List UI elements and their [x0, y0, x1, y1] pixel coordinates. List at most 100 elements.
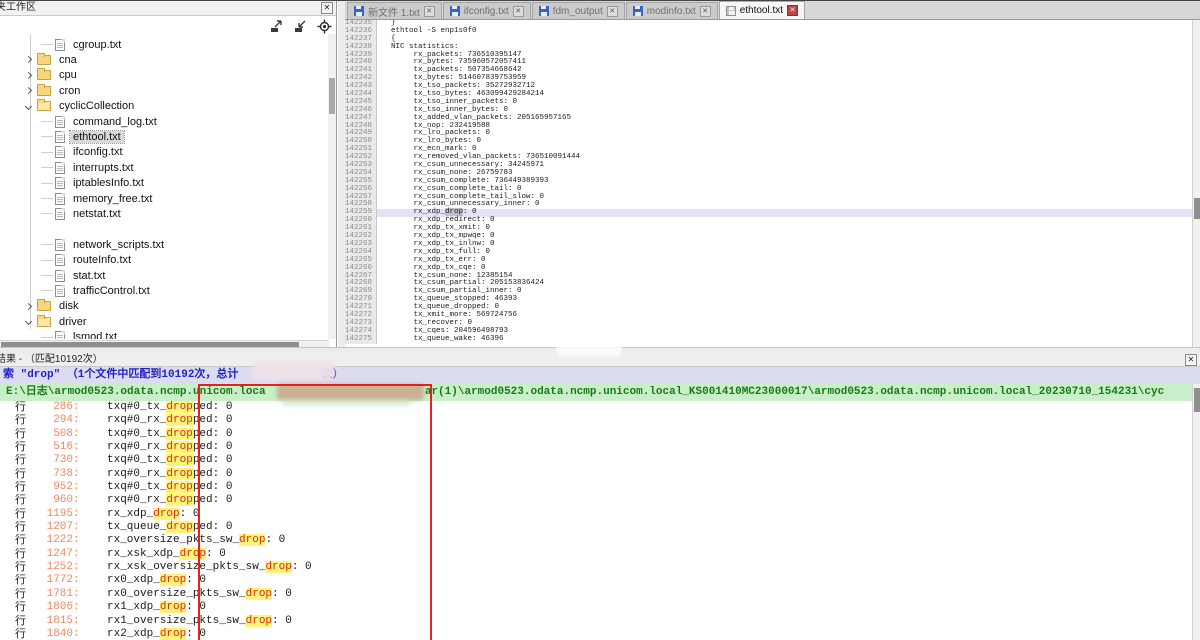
locate-current-file-icon[interactable]	[317, 19, 332, 34]
editor-content[interactable]: 142235}142236ethtool -S enp1s0f0142237{1…	[345, 20, 1192, 347]
editor-line[interactable]: 142272 tx_xmit_more: 569724756	[345, 312, 1192, 320]
tree-file-trafficControl.txt[interactable]: trafficControl.txt	[0, 283, 329, 298]
line-text: rx_xdp_redirect: 0	[391, 216, 495, 224]
file-icon	[55, 270, 65, 282]
line-word: 行	[0, 414, 26, 427]
tab-close-icon[interactable]: ✕	[787, 5, 798, 16]
result-row-line-516[interactable]: 行516:rxq#0_rx_dropped: 0	[0, 441, 1192, 454]
result-file-path[interactable]: E:\日志\armod0523.odata.ncmp.unicom.loca a…	[0, 384, 1200, 401]
tab-fdm_output[interactable]: fdm_output✕	[532, 2, 625, 19]
tree-file-stat.txt[interactable]: stat.txt	[0, 268, 329, 283]
result-row-line-294[interactable]: 行294:rxq#0_rx_dropped: 0	[0, 414, 1192, 427]
result-row-line-1781[interactable]: 行1781:rx0_oversize_pkts_sw_drop: 0	[0, 588, 1192, 601]
tree-folder-cna[interactable]: cna	[0, 52, 329, 67]
result-row-line-960[interactable]: 行960:rxq#0_rx_dropped: 0	[0, 494, 1192, 507]
result-row-line-738[interactable]: 行738:rxq#0_rx_dropped: 0	[0, 468, 1192, 481]
result-text: rx_xsk_oversize_pkts_sw_drop: 0	[107, 561, 312, 574]
workspace-title: 夹工作区	[0, 1, 36, 15]
tree-folder-cpu[interactable]: cpu	[0, 68, 329, 83]
line-text: rx_csum_complete: 736449389393	[391, 177, 549, 185]
editor-vertical-scrollbar[interactable]	[1192, 20, 1200, 347]
tree-folder-disk[interactable]: disk	[0, 299, 329, 314]
tab-modinfo.txt[interactable]: modinfo.txt✕	[626, 2, 718, 19]
results-vertical-scrollbar-thumb[interactable]	[1194, 388, 1200, 412]
line-text: rx_xdp_tx_err: 0	[391, 256, 486, 264]
tree-file-routeInfo.txt[interactable]: routeInfo.txt	[0, 253, 329, 268]
chevron-down-icon[interactable]	[25, 318, 32, 325]
match-highlight: drop	[246, 588, 272, 600]
editor-line[interactable]: 142275 tx_queue_wake: 46396	[345, 336, 1192, 344]
chevron-right-icon[interactable]	[25, 56, 32, 63]
result-row-line-1195[interactable]: 行1195:rx_xdp_drop: 0	[0, 508, 1192, 521]
file-icon	[55, 193, 65, 205]
search-summary-line[interactable]: 索 "drop" （1个文件中匹配到10192次，总计 次）	[0, 367, 1200, 384]
workspace-close-icon[interactable]: ✕	[321, 2, 333, 14]
editor-line[interactable]: 142237{	[345, 36, 1192, 44]
tree-file-cgroup.txt[interactable]: cgroup.txt	[0, 37, 329, 52]
tree-file-memory_free.txt[interactable]: memory_free.txt	[0, 191, 329, 206]
expand-all-icon[interactable]	[269, 19, 284, 34]
tree-connector	[41, 136, 53, 137]
line-text: rx_csum_complete_tail_slow: 0	[391, 193, 544, 201]
chevron-right-icon[interactable]	[25, 87, 32, 94]
tree-vertical-scrollbar-thumb[interactable]	[329, 78, 335, 114]
tree-file-lsmod.txt[interactable]: lsmod.txt	[0, 330, 329, 339]
tree-file-command_log.txt[interactable]: command_log.txt	[0, 114, 329, 129]
result-row-line-1222[interactable]: 行1222:rx_oversize_pkts_sw_drop: 0	[0, 534, 1192, 547]
chevron-right-icon[interactable]	[25, 72, 32, 79]
line-text: rx_xdp_tx_mpwqe: 0	[391, 232, 495, 240]
result-row-line-1815[interactable]: 行1815:rx1_oversize_pkts_sw_drop: 0	[0, 615, 1192, 628]
tree-vertical-scrollbar[interactable]	[328, 34, 336, 339]
tree-file-netstat.txt[interactable]: netstat.txt	[0, 206, 329, 221]
result-row-line-508[interactable]: 行508:txq#0_tx_dropped: 0	[0, 428, 1192, 441]
result-text: rxq#0_rx_dropped: 0	[107, 441, 232, 454]
editor-vertical-scrollbar-thumb[interactable]	[1194, 198, 1200, 219]
tree-connector	[41, 275, 53, 276]
tree-item-label: interrupts.txt	[70, 162, 137, 174]
vertical-splitter[interactable]	[338, 1, 345, 353]
line-text: ethtool -S enp1s0f0	[391, 27, 477, 35]
workspace-tree: cgroup.txtcnacpucroncyclicCollectioncomm…	[0, 34, 329, 339]
result-row-line-1772[interactable]: 行1772:rx0_xdp_drop: 0	[0, 574, 1192, 587]
line-text: tx_csum_partial: 205153836424	[391, 279, 544, 287]
tree-file-network_scripts.txt[interactable]: network_scripts.txt	[0, 237, 329, 252]
tree-file-iptablesInfo.txt[interactable]: iptablesInfo.txt	[0, 176, 329, 191]
tab-ethtool.txt[interactable]: ethtool.txt✕	[719, 0, 805, 19]
editor-line[interactable]: 142236ethtool -S enp1s0f0	[345, 28, 1192, 36]
result-line-number: 960	[26, 494, 73, 507]
result-row-line-286[interactable]: 行286:txq#0_tx_dropped: 0	[0, 401, 1192, 414]
file-icon	[55, 39, 65, 51]
tab-close-icon[interactable]: ✕	[513, 6, 524, 17]
results-vertical-scrollbar[interactable]	[1192, 384, 1200, 640]
tab-ifconfig.txt[interactable]: ifconfig.txt✕	[443, 2, 531, 19]
chevron-right-icon[interactable]	[25, 303, 32, 310]
result-row-line-730[interactable]: 行730:txq#0_tx_dropped: 0	[0, 454, 1192, 467]
match-highlight: drop	[180, 548, 206, 560]
result-row-line-1252[interactable]: 行1252:rx_xsk_oversize_pkts_sw_drop: 0	[0, 561, 1192, 574]
chevron-down-icon[interactable]	[25, 103, 32, 110]
tree-file-interrupts.txt[interactable]: interrupts.txt	[0, 160, 329, 175]
file-icon	[55, 285, 65, 297]
result-text: rx0_xdp_drop: 0	[107, 574, 206, 587]
tree-folder-cyclicCollection[interactable]: cyclicCollection	[0, 99, 329, 114]
result-row-line-952[interactable]: 行952:txq#0_tx_dropped: 0	[0, 481, 1192, 494]
tree-folder-driver[interactable]: driver	[0, 314, 329, 329]
results-close-icon[interactable]: ✕	[1185, 354, 1197, 366]
tab-close-icon[interactable]: ✕	[700, 6, 711, 17]
tab-新文件-1.txt[interactable]: 新文件 1.txt✕	[347, 2, 442, 19]
tab-close-icon[interactable]: ✕	[424, 6, 435, 17]
tab-close-icon[interactable]: ✕	[607, 6, 618, 17]
line-text: rx_xdp_tx_full: 0	[391, 248, 490, 256]
tree-folder-cron[interactable]: cron	[0, 83, 329, 98]
tree-file-ethtool.txt[interactable]: ethtool.txt	[0, 129, 329, 144]
tree-item-label: ifconfig.txt	[70, 146, 126, 158]
result-row-line-1247[interactable]: 行1247:rx_xsk_xdp_drop: 0	[0, 548, 1192, 561]
result-row-line-1840[interactable]: 行1840:rx2_xdp_drop: 0	[0, 628, 1192, 640]
tree-file-ifconfig.txt[interactable]: ifconfig.txt	[0, 145, 329, 160]
result-row-line-1806[interactable]: 行1806:rx1_xdp_drop: 0	[0, 601, 1192, 614]
result-row-line-1207[interactable]: 行1207:tx_queue_dropped: 0	[0, 521, 1192, 534]
collapse-all-icon[interactable]	[293, 19, 308, 34]
line-text: NIC statistics:	[391, 43, 459, 51]
folder-icon	[37, 55, 51, 65]
result-colon: :	[73, 521, 107, 534]
